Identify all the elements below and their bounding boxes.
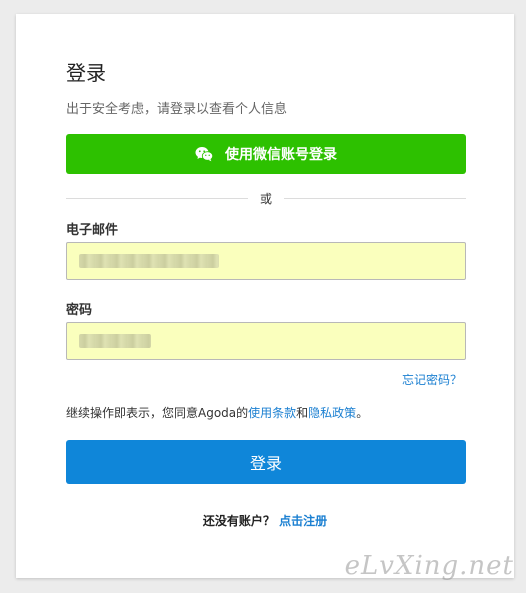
page-subtitle: 出于安全考虑，请登录以查看个人信息 — [66, 102, 288, 117]
email-label: 电子邮件 — [66, 223, 119, 238]
privacy-policy-link[interactable]: 隐私政策 — [308, 406, 356, 420]
login-button-label: 登录 — [249, 454, 282, 473]
terms-prefix: 继续操作即表示，您同意Agoda的 — [66, 406, 249, 420]
divider-line-right — [284, 197, 467, 199]
password-field[interactable] — [66, 322, 466, 360]
terms-notice: 继续操作即表示，您同意Agoda的使用条款和隐私政策。 — [66, 404, 368, 421]
divider-text: 或 — [260, 191, 273, 206]
login-button[interactable]: 登录 — [66, 440, 466, 484]
login-card: 登录 出于安全考虑，请登录以查看个人信息 使用微信账号登录 或 电子邮件 密码 — [16, 14, 514, 578]
register-prompt: 还没有账户？ 点击注册 — [16, 512, 514, 529]
email-field[interactable] — [66, 242, 466, 280]
password-label: 密码 — [66, 303, 93, 318]
wechat-button-label: 使用微信账号登录 — [225, 147, 337, 163]
register-link[interactable]: 点击注册 — [279, 514, 327, 528]
forgot-password-link[interactable]: 忘记密码？ — [402, 371, 462, 388]
or-divider: 或 — [66, 186, 467, 210]
no-account-text: 还没有账户？ — [202, 514, 275, 528]
terms-suffix: 。 — [356, 406, 369, 420]
watermark: eLvXing.net — [344, 551, 514, 581]
divider-line-left — [66, 197, 248, 199]
password-value-blurred — [79, 334, 151, 348]
email-value-blurred — [79, 254, 219, 268]
wechat-icon — [195, 146, 213, 162]
page-title: 登录 — [66, 61, 106, 85]
terms-of-use-link[interactable]: 使用条款 — [248, 406, 296, 420]
terms-and: 和 — [296, 406, 309, 420]
wechat-login-button[interactable]: 使用微信账号登录 — [66, 134, 466, 174]
